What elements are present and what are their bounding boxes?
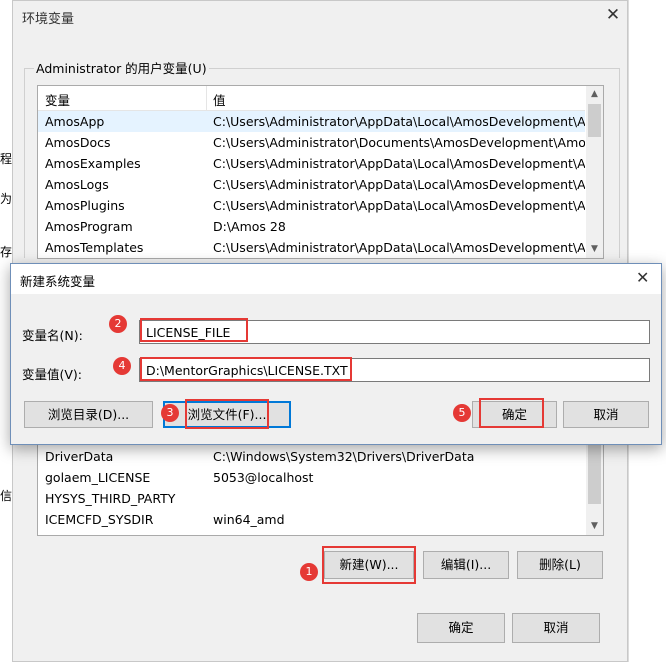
variable-value: win64_amd	[213, 512, 285, 527]
table-row[interactable]: AmosLogs C:\Users\Administrator\AppData\L…	[38, 174, 585, 195]
step-badge: 3	[161, 404, 179, 422]
column-header-value[interactable]: 值	[213, 90, 226, 109]
step-badge: 1	[300, 563, 318, 581]
user-variables-list[interactable]: 变量 值 AmosApp C:\Users\Administrator\AppDa…	[37, 85, 604, 259]
highlight-box	[140, 318, 248, 342]
table-row[interactable]: AmosExamples C:\Users\Administrator\AppDa…	[38, 153, 585, 174]
variable-value: 5053@localhost	[213, 470, 314, 485]
close-icon[interactable]: ✕	[636, 268, 649, 287]
vertical-scrollbar[interactable]: ▼	[586, 444, 603, 535]
scroll-down-icon[interactable]: ▼	[586, 518, 603, 535]
scrollbar-thumb[interactable]	[588, 444, 601, 504]
list-header: 变量 值	[38, 86, 585, 111]
variable-name: AmosProgram	[45, 219, 133, 234]
variable-name: AmosDocs	[45, 135, 111, 150]
table-row[interactable]: HYSYS_THIRD_PARTY	[38, 488, 585, 509]
variable-name: AmosLogs	[45, 177, 109, 192]
delete-variable-button[interactable]: 删除(L)	[517, 551, 603, 579]
step-badge: 4	[113, 357, 131, 375]
window-title: 环境变量	[22, 12, 75, 27]
background-text: 存	[0, 245, 13, 259]
variable-value: C:\Users\Administrator\AppData\Local\Amo…	[213, 240, 585, 255]
highlight-box	[322, 546, 416, 584]
background-text: 信	[0, 489, 13, 503]
variable-value-label: 变量值(V):	[22, 367, 83, 382]
table-row[interactable]: AmosTemplates C:\Users\Administrator\AppD…	[38, 237, 585, 258]
table-row[interactable]: golaem_LICENSE 5053@localhost	[38, 467, 585, 488]
variable-value: C:\Users\Administrator\AppData\Local\Amo…	[213, 177, 585, 192]
variable-value: C:\Users\Administrator\AppData\Local\Amo…	[213, 114, 585, 129]
background-text: 为	[0, 192, 13, 206]
variable-name: HYSYS_THIRD_PARTY	[45, 491, 176, 506]
variable-value: C:\Users\Administrator\Documents\AmosDev…	[213, 135, 585, 150]
ok-button[interactable]: 确定	[417, 613, 505, 643]
variable-name: AmosApp	[45, 114, 105, 129]
table-row[interactable]: AmosApp C:\Users\Administrator\AppData\Lo…	[38, 111, 585, 132]
variable-name: DriverData	[45, 449, 114, 464]
table-row[interactable]: AmosProgram D:\Amos 28	[38, 216, 585, 237]
scrollbar-thumb[interactable]	[588, 104, 601, 137]
scroll-down-icon[interactable]: ▼	[586, 241, 603, 258]
table-row[interactable]: ICEMCFD_SYSDIR win64_amd	[38, 509, 585, 530]
variable-name: AmosExamples	[45, 156, 141, 171]
dialog-titlebar	[11, 264, 661, 294]
background-text: 程	[0, 152, 13, 166]
dialog-cancel-button[interactable]: 取消	[563, 401, 649, 428]
variable-value: D:\Amos 28	[213, 219, 286, 234]
table-row[interactable]: DriverData C:\Windows\System32\Drivers\Dr…	[38, 446, 585, 467]
variable-name: golaem_LICENSE	[45, 470, 151, 485]
variable-value: C:\Users\Administrator\AppData\Local\Amo…	[213, 198, 585, 213]
variable-value: C:\Windows\System32\Drivers\DriverData	[213, 449, 475, 464]
variable-name: ICEMCFD_SYSDIR	[45, 512, 154, 527]
highlight-box	[479, 398, 544, 428]
cancel-button[interactable]: 取消	[512, 613, 600, 643]
highlight-box	[140, 357, 352, 381]
variable-name: AmosPlugins	[45, 198, 125, 213]
column-header-variable[interactable]: 变量	[45, 90, 70, 109]
browse-directory-button[interactable]: 浏览目录(D)...	[24, 401, 153, 428]
variable-name: AmosTemplates	[45, 240, 144, 255]
step-badge: 2	[109, 315, 127, 333]
vertical-scrollbar[interactable]: ▲ ▼	[586, 86, 603, 258]
edit-variable-button[interactable]: 编辑(I)...	[423, 551, 509, 579]
scroll-up-icon[interactable]: ▲	[586, 86, 603, 103]
variable-name-label: 变量名(N):	[22, 328, 83, 343]
step-badge: 5	[453, 404, 471, 422]
user-variables-group-title: Administrator 的用户变量(U)	[34, 58, 209, 77]
highlight-box	[185, 399, 269, 429]
table-row[interactable]: AmosDocs C:\Users\Administrator\Documents…	[38, 132, 585, 153]
system-variables-list[interactable]: DriverData C:\Windows\System32\Drivers\Dr…	[37, 444, 604, 536]
close-icon[interactable]: ✕	[602, 4, 624, 26]
variable-value: C:\Users\Administrator\AppData\Local\Amo…	[213, 156, 585, 171]
table-row[interactable]: AmosPlugins C:\Users\Administrator\AppDat…	[38, 195, 585, 216]
dialog-title: 新建系统变量	[20, 274, 96, 289]
